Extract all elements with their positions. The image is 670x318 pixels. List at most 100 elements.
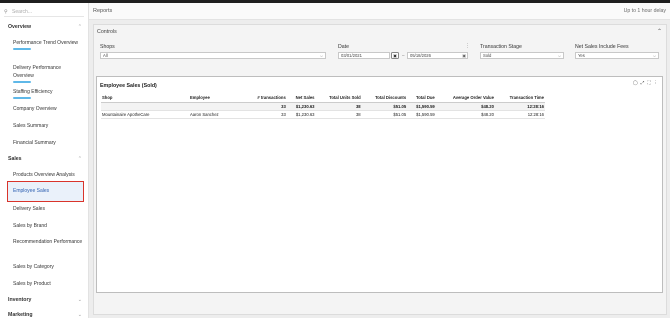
section-overview[interactable]: Overview ⌃ (8, 24, 82, 30)
sidebar-item-label: Products Overview Analysis (13, 172, 75, 178)
sidebar-item-label: Sales Summary (13, 123, 49, 129)
section-marketing-label: Marketing (8, 312, 33, 318)
transaction-stage-label: Transaction Stage (480, 44, 522, 50)
table-cell: $1,590.59 (407, 110, 436, 119)
sidebar-item-label: Sales by Product (13, 281, 51, 287)
chevron-down-icon: ⌵ (557, 53, 561, 58)
transaction-stage-select[interactable]: Sold ⌵ (480, 52, 564, 59)
filter-icon[interactable]: ◯ (633, 80, 638, 86)
search-box: ⚲ (4, 7, 84, 17)
table-cell: 38 (315, 110, 362, 119)
page-header: Reports Up to 1 hour delay (89, 3, 670, 20)
sidebar-item-label: Company Overview (13, 106, 57, 112)
sidebar: ⚲ Overview ⌃ Performance Trend Overview … (0, 3, 89, 318)
table-cell: 33 (245, 102, 287, 111)
table-cell: 12:28:16 (494, 102, 545, 111)
column-header[interactable]: Net Sales (286, 94, 316, 103)
table-cell: Aaron Sanchez (189, 110, 245, 119)
sidebar-item-label: Financial Summary (13, 140, 56, 146)
table-title: Employee Sales (Sold) (100, 83, 157, 89)
column-header[interactable]: Total Units Sold (315, 94, 362, 103)
net-sales-fees-value: Yes (578, 53, 585, 58)
sidebar-item-delivery-sales[interactable]: Delivery Sales (13, 206, 83, 214)
date-to-input[interactable]: 05/18/2026 ▣ (407, 52, 468, 59)
sidebar-item-financial-summary[interactable]: Financial Summary (13, 140, 83, 148)
column-header[interactable]: Total Discounts (361, 94, 408, 103)
page-title: Reports (93, 8, 113, 14)
sidebar-item-sales-summary[interactable]: Sales Summary (13, 123, 83, 131)
column-header[interactable]: Transaction Time (494, 94, 545, 103)
panel-toolbar: ◯ ⤢ ⛶ ⋮ (633, 80, 658, 86)
net-sales-fees-select[interactable]: Yes ⌵ (575, 52, 659, 59)
sidebar-item-sales-by-category[interactable]: Sales by Category (13, 264, 83, 272)
sidebar-item-employee-sales[interactable]: Employee Sales (7, 181, 84, 202)
chevron-down-icon: ⌵ (652, 53, 656, 58)
net-sales-fees-label: Net Sales Include Fees (575, 44, 629, 50)
sidebar-item-staffing-efficiency[interactable]: Staffing Efficiency (13, 89, 83, 99)
sidebar-item-performance-trend[interactable]: Performance Trend Overview (13, 40, 83, 50)
shops-value: All (103, 53, 108, 58)
table-cell: $1,230.63 (286, 110, 316, 119)
section-inventory-label: Inventory (8, 297, 32, 303)
chevron-up-icon: ⌃ (77, 156, 82, 162)
sidebar-item-label: Employee Sales (13, 187, 50, 194)
date-from-value: 03/01/2021 (341, 53, 362, 58)
table-cell: 38 (315, 102, 362, 111)
sidebar-item-label: Recommendation Performance (13, 239, 83, 245)
date-range-separator: – (402, 53, 405, 58)
expand-icon[interactable]: ⤢ (641, 80, 645, 86)
column-header[interactable]: Total Due (407, 94, 436, 103)
calendar-button[interactable]: ▣ (391, 52, 399, 59)
shops-select[interactable]: All ⌵ (100, 52, 326, 59)
sidebar-item-label: Sales by Category (13, 264, 54, 270)
table-cell: 12:28:16 (494, 110, 545, 119)
new-badge (13, 48, 31, 50)
employee-sales-table: Shop Employee # transactions Net Sales T… (101, 94, 545, 119)
more-options-icon[interactable]: ⋮ (465, 43, 470, 49)
sidebar-item-label: Staffing Efficiency (13, 89, 53, 95)
column-header[interactable]: Shop (101, 94, 189, 103)
table-cell: Mountainaire ApotheCare (101, 110, 189, 119)
column-header[interactable]: Employee (189, 94, 245, 103)
chevron-down-icon: ⌄ (77, 312, 82, 318)
employee-sales-panel: Employee Sales (Sold) ◯ ⤢ ⛶ ⋮ Shop Emplo… (96, 76, 663, 293)
sidebar-item-products-overview[interactable]: Products Overview Analysis (13, 172, 83, 180)
sidebar-item-sales-by-brand[interactable]: Sales by Brand (13, 223, 83, 231)
table-cell (189, 102, 245, 111)
chevron-down-icon: ⌄ (77, 297, 82, 303)
table-cell: $51.05 (361, 110, 408, 119)
section-inventory[interactable]: Inventory ⌄ (8, 297, 82, 303)
date-from-input[interactable]: 03/01/2021 (338, 52, 390, 59)
fullscreen-icon[interactable]: ⛶ (647, 80, 650, 86)
new-badge (13, 97, 31, 99)
column-header[interactable]: Average Order Value (435, 94, 495, 103)
table-cell (101, 102, 189, 111)
sidebar-item-label: Delivery Sales (13, 206, 45, 212)
calendar-icon: ▣ (393, 53, 397, 58)
sidebar-item-sales-by-product[interactable]: Sales by Product (13, 281, 83, 289)
search-icon: ⚲ (4, 8, 8, 15)
new-badge (13, 80, 31, 83)
date-to-value: 05/18/2026 (410, 53, 431, 58)
section-sales-label: Sales (8, 156, 22, 162)
data-delay-notice: Up to 1 hour delay (623, 8, 666, 14)
chevron-up-icon[interactable]: ⌃ (657, 28, 662, 35)
section-sales[interactable]: Sales ⌃ (8, 156, 82, 162)
table-cell: $1,230.63 (286, 102, 316, 111)
sidebar-item-recommendation-performance[interactable]: Recommendation Performance (13, 239, 83, 247)
column-header[interactable]: # transactions (245, 94, 287, 103)
shops-label: Shops (100, 44, 115, 50)
total-row: 33 $1,230.63 38 $51.05 $1,590.59 $48.20 … (101, 102, 545, 111)
calendar-icon[interactable]: ▣ (462, 53, 467, 58)
table-cell: $51.05 (361, 102, 408, 111)
table-row[interactable]: Mountainaire ApotheCare Aaron Sanchez 33… (101, 110, 545, 119)
more-options-icon[interactable]: ⋮ (654, 80, 659, 86)
section-overview-label: Overview (8, 24, 32, 30)
sidebar-item-company-overview[interactable]: Company Overview (13, 106, 83, 114)
section-marketing[interactable]: Marketing ⌄ (8, 312, 82, 318)
chevron-up-icon: ⌃ (77, 24, 82, 30)
controls-title: Controls (97, 29, 117, 35)
sidebar-item-delivery-performance[interactable]: Delivery Performance Overview (13, 65, 83, 83)
table-cell: $1,590.59 (407, 102, 436, 111)
search-input[interactable] (12, 8, 82, 15)
